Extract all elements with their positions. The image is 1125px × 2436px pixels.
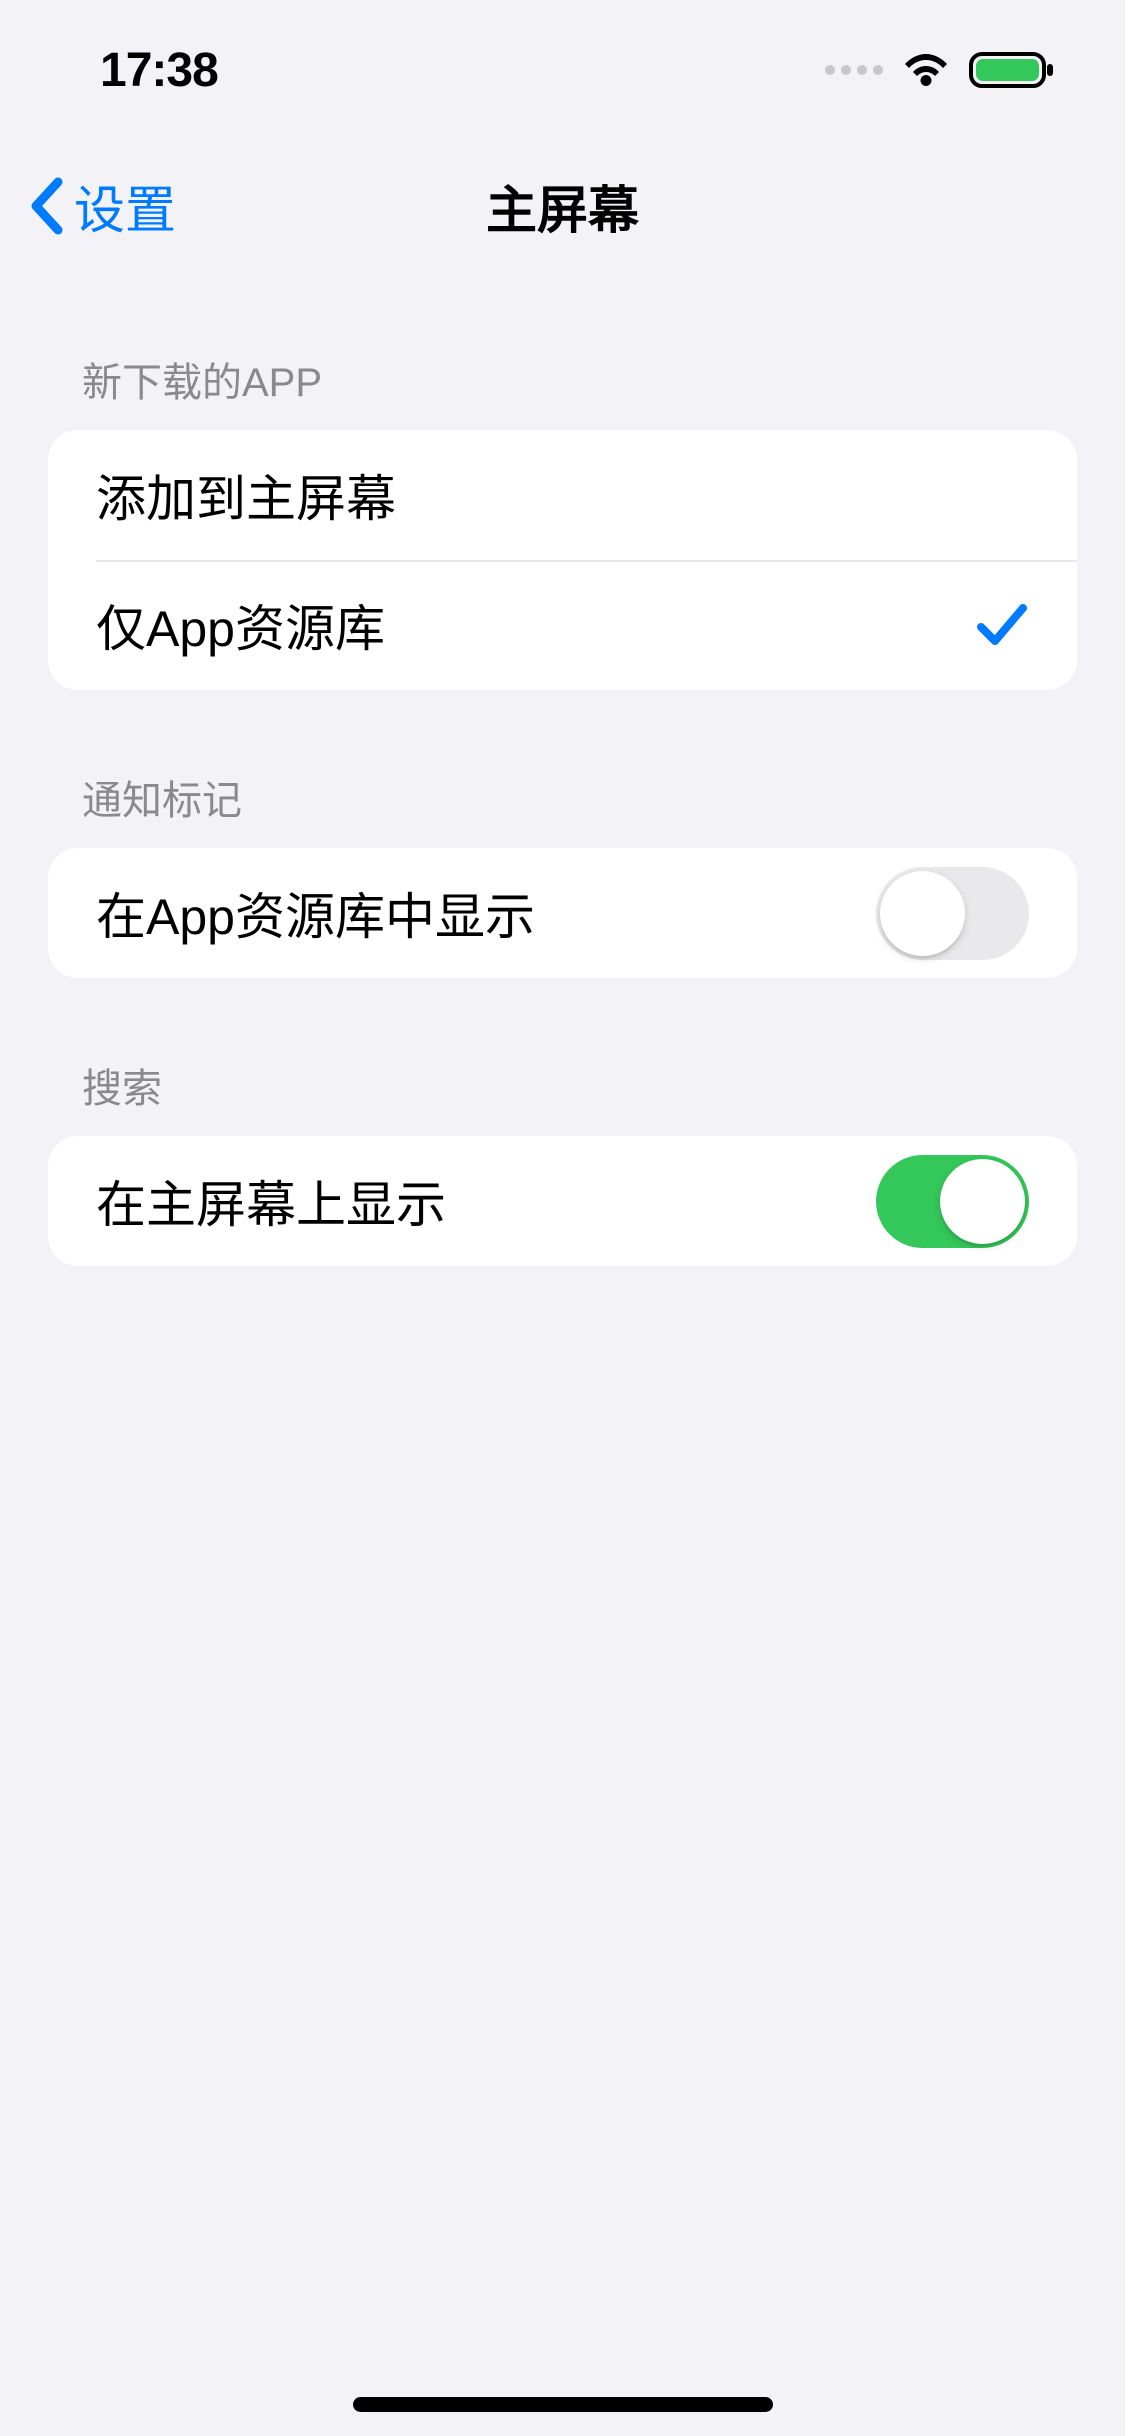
- option-app-library-only[interactable]: 仅App资源库: [48, 560, 1077, 690]
- back-button[interactable]: 设置: [28, 169, 176, 243]
- chevron-left-icon: [28, 176, 64, 236]
- status-time: 17:38: [100, 43, 218, 98]
- group-new-apps: 添加到主屏幕 仅App资源库: [48, 430, 1077, 690]
- section-header-badges: 通知标记: [48, 690, 1077, 848]
- status-bar: 17:38: [0, 0, 1125, 140]
- toggle-knob: [880, 871, 965, 956]
- section-header-new-apps: 新下载的APP: [48, 272, 1077, 430]
- checkmark-icon: [975, 600, 1029, 650]
- toggle-show-in-app-library[interactable]: [876, 867, 1029, 960]
- option-label: 添加到主屏幕: [96, 459, 396, 531]
- content: 新下载的APP 添加到主屏幕 仅App资源库 通知标记 在App资源库中显示 搜…: [0, 272, 1125, 1266]
- cell-signal-dots: [825, 65, 883, 75]
- battery-icon: [969, 50, 1055, 90]
- back-label: 设置: [74, 169, 176, 243]
- group-search: 在主屏幕上显示: [48, 1136, 1077, 1266]
- row-show-on-home: 在主屏幕上显示: [48, 1136, 1077, 1266]
- option-add-to-home[interactable]: 添加到主屏幕: [48, 430, 1077, 560]
- page-title: 主屏幕: [486, 169, 639, 243]
- home-indicator: [353, 2397, 773, 2412]
- row-show-in-app-library: 在App资源库中显示: [48, 848, 1077, 978]
- row-label: 在主屏幕上显示: [96, 1165, 446, 1237]
- status-indicators: [825, 50, 1055, 90]
- section-header-search: 搜索: [48, 978, 1077, 1136]
- row-label: 在App资源库中显示: [96, 877, 535, 949]
- option-label: 仅App资源库: [96, 589, 385, 661]
- toggle-show-on-home[interactable]: [876, 1155, 1029, 1248]
- toggle-knob: [940, 1159, 1025, 1244]
- group-badges: 在App资源库中显示: [48, 848, 1077, 978]
- wifi-icon: [901, 51, 951, 89]
- nav-bar: 设置 主屏幕: [0, 140, 1125, 272]
